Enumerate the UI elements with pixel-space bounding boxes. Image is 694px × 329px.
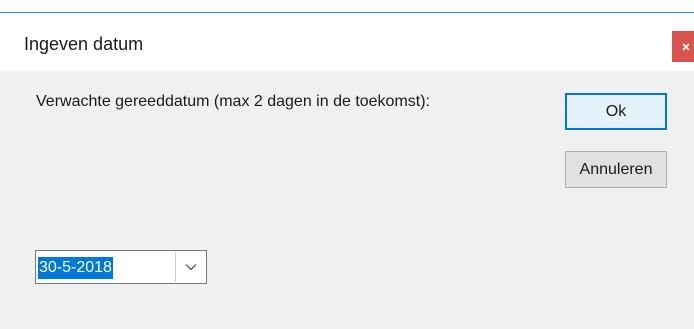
date-prompt-label: Verwachte gereeddatum (max 2 dagen in de… — [36, 93, 430, 110]
chevron-down-icon — [185, 264, 196, 271]
ok-button[interactable]: Ok — [565, 93, 667, 130]
date-dropdown-button[interactable] — [175, 252, 205, 282]
title-bar[interactable]: Ingeven datum — [0, 13, 694, 71]
close-icon — [682, 42, 690, 51]
cancel-button[interactable]: Annuleren — [565, 151, 667, 188]
window-title: Ingeven datum — [24, 34, 144, 54]
dialog-window: Ingeven datum Verwachte gereeddatum (max… — [0, 0, 694, 329]
date-input-value[interactable]: 30-5-2018 — [38, 257, 113, 279]
date-picker[interactable]: 30-5-2018 — [35, 250, 207, 284]
close-button[interactable] — [672, 31, 694, 62]
dialog-body: Verwachte gereeddatum (max 2 dagen in de… — [0, 71, 694, 329]
